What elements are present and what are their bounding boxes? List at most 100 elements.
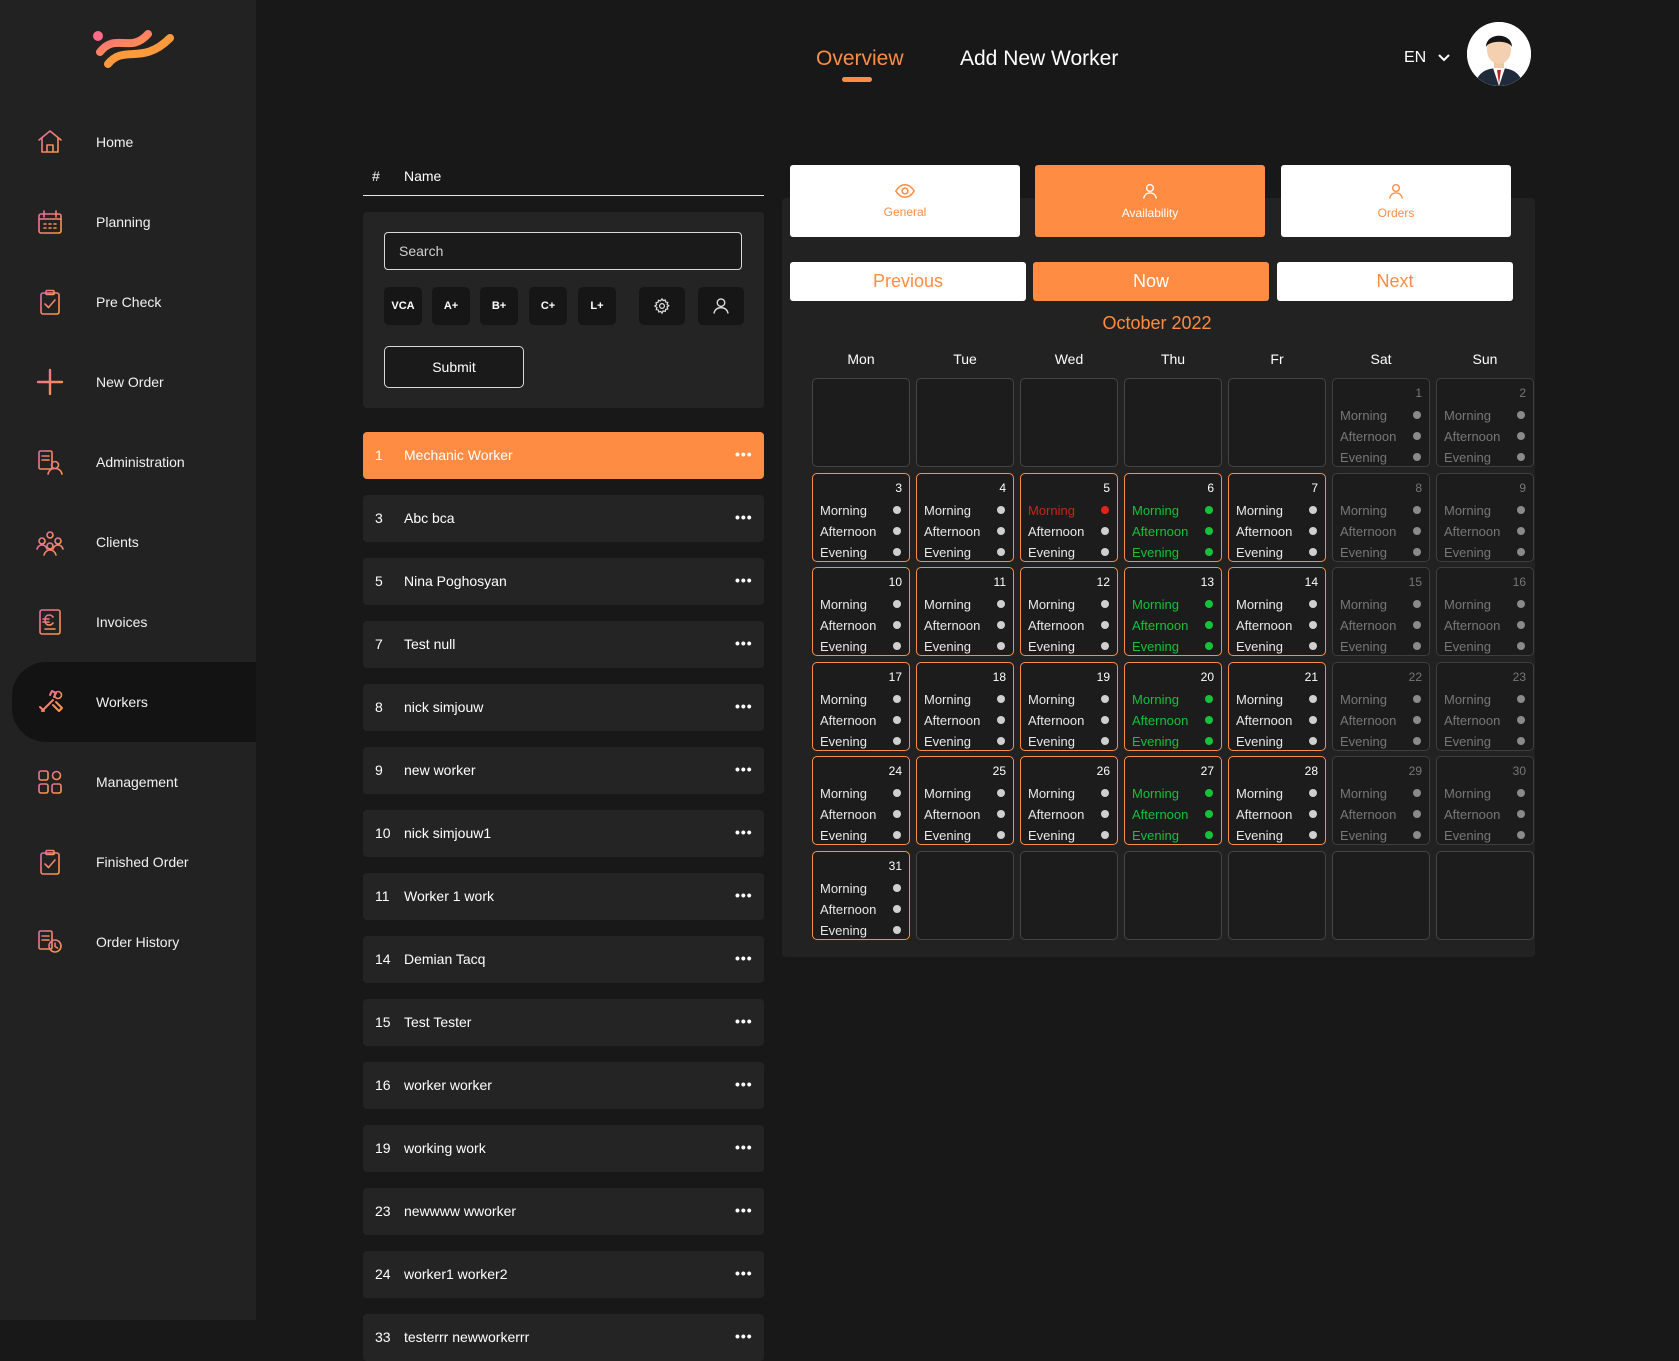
sidebar-item-clients[interactable]: Clients — [0, 502, 256, 582]
availability-slot-evening[interactable]: Evening — [1444, 447, 1526, 467]
availability-slot-afternoon[interactable]: Afternoon — [820, 615, 902, 635]
calendar-day[interactable]: 4 Morning Afternoon Evening — [916, 473, 1014, 562]
availability-slot-morning[interactable]: Morning — [1340, 500, 1422, 520]
availability-slot-morning[interactable]: Morning — [820, 783, 902, 803]
availability-slot-morning[interactable]: Morning — [820, 594, 902, 614]
availability-slot-morning[interactable]: Morning — [1340, 783, 1422, 803]
previous-month-button[interactable]: Previous — [790, 262, 1026, 301]
availability-slot-evening[interactable]: Evening — [1340, 825, 1422, 845]
more-options-icon[interactable]: ••• — [735, 1203, 753, 1217]
language-selector[interactable]: EN — [1404, 49, 1450, 67]
more-options-icon[interactable]: ••• — [735, 1014, 753, 1028]
availability-slot-evening[interactable]: Evening — [1444, 731, 1526, 751]
calendar-day[interactable]: 24 Morning Afternoon Evening — [812, 756, 910, 845]
worker-row[interactable]: 14 Demian Tacq ••• — [363, 936, 764, 983]
availability-slot-afternoon[interactable]: Afternoon — [924, 615, 1006, 635]
availability-slot-afternoon[interactable]: Afternoon — [1340, 804, 1422, 824]
availability-slot-afternoon[interactable]: Afternoon — [1132, 615, 1214, 635]
worker-row[interactable]: 3 Abc bca ••• — [363, 495, 764, 542]
worker-row[interactable]: 15 Test Tester ••• — [363, 999, 764, 1046]
sidebar-item-management[interactable]: Management — [0, 742, 256, 822]
availability-slot-evening[interactable]: Evening — [1340, 542, 1422, 562]
availability-slot-afternoon[interactable]: Afternoon — [1236, 521, 1318, 541]
availability-slot-evening[interactable]: Evening — [1028, 731, 1110, 751]
filter-chip-a-plus[interactable]: A+ — [432, 287, 470, 325]
more-options-icon[interactable]: ••• — [735, 825, 753, 839]
sidebar-item-new-order[interactable]: New Order — [0, 342, 256, 422]
more-options-icon[interactable]: ••• — [735, 762, 753, 776]
availability-slot-morning[interactable]: Morning — [820, 500, 902, 520]
availability-slot-morning[interactable]: Morning — [1340, 405, 1422, 425]
availability-slot-afternoon[interactable]: Afternoon — [820, 710, 902, 730]
availability-slot-evening[interactable]: Evening — [1444, 542, 1526, 562]
availability-slot-morning[interactable]: Morning — [1132, 689, 1214, 709]
availability-slot-morning[interactable]: Morning — [924, 500, 1006, 520]
availability-slot-evening[interactable]: Evening — [1340, 447, 1422, 467]
calendar-day[interactable]: 30 Morning Afternoon Evening — [1436, 756, 1534, 845]
sidebar-item-workers[interactable]: Workers — [12, 662, 256, 742]
calendar-day[interactable]: 20 Morning Afternoon Evening — [1124, 662, 1222, 751]
availability-slot-afternoon[interactable]: Afternoon — [1340, 521, 1422, 541]
user-avatar[interactable] — [1467, 22, 1531, 86]
calendar-day[interactable]: 29 Morning Afternoon Evening — [1332, 756, 1430, 845]
calendar-day[interactable]: 21 Morning Afternoon Evening — [1228, 662, 1326, 751]
availability-slot-afternoon[interactable]: Afternoon — [820, 899, 902, 919]
worker-row[interactable]: 24 worker1 worker2 ••• — [363, 1251, 764, 1298]
calendar-day[interactable]: 9 Morning Afternoon Evening — [1436, 473, 1534, 562]
more-options-icon[interactable]: ••• — [735, 573, 753, 587]
availability-slot-morning[interactable]: Morning — [924, 689, 1006, 709]
availability-slot-morning[interactable]: Morning — [1236, 689, 1318, 709]
calendar-day[interactable]: 27 Morning Afternoon Evening — [1124, 756, 1222, 845]
availability-slot-afternoon[interactable]: Afternoon — [820, 521, 902, 541]
settings-filter-button[interactable] — [639, 287, 685, 325]
availability-slot-afternoon[interactable]: Afternoon — [1236, 615, 1318, 635]
availability-slot-afternoon[interactable]: Afternoon — [1444, 426, 1526, 446]
calendar-day[interactable]: 19 Morning Afternoon Evening — [1020, 662, 1118, 751]
availability-slot-evening[interactable]: Evening — [1132, 825, 1214, 845]
calendar-day[interactable]: 31 Morning Afternoon Evening — [812, 851, 910, 940]
availability-slot-afternoon[interactable]: Afternoon — [1028, 710, 1110, 730]
availability-slot-morning[interactable]: Morning — [820, 689, 902, 709]
availability-slot-afternoon[interactable]: Afternoon — [1132, 521, 1214, 541]
availability-slot-afternoon[interactable]: Afternoon — [1028, 804, 1110, 824]
availability-slot-evening[interactable]: Evening — [1132, 542, 1214, 562]
next-month-button[interactable]: Next — [1277, 262, 1513, 301]
availability-slot-afternoon[interactable]: Afternoon — [1236, 804, 1318, 824]
more-options-icon[interactable]: ••• — [735, 1329, 753, 1343]
availability-slot-afternoon[interactable]: Afternoon — [1340, 426, 1422, 446]
sidebar-item-pre-check[interactable]: Pre Check — [0, 262, 256, 342]
tab-add-new-worker[interactable]: Add New Worker — [960, 47, 1118, 71]
more-options-icon[interactable]: ••• — [735, 510, 753, 524]
calendar-day[interactable]: 12 Morning Afternoon Evening — [1020, 567, 1118, 656]
availability-slot-evening[interactable]: Evening — [924, 825, 1006, 845]
availability-slot-morning[interactable]: Morning — [1340, 594, 1422, 614]
availability-slot-evening[interactable]: Evening — [924, 542, 1006, 562]
more-options-icon[interactable]: ••• — [735, 951, 753, 965]
calendar-day[interactable]: 5 Morning Afternoon Evening — [1020, 473, 1118, 562]
mode-orders-button[interactable]: Orders — [1281, 165, 1511, 237]
worker-row[interactable]: 5 Nina Poghosyan ••• — [363, 558, 764, 605]
more-options-icon[interactable]: ••• — [735, 1266, 753, 1280]
availability-slot-morning[interactable]: Morning — [1132, 594, 1214, 614]
availability-slot-evening[interactable]: Evening — [820, 636, 902, 656]
more-options-icon[interactable]: ••• — [735, 1140, 753, 1154]
calendar-day[interactable]: 8 Morning Afternoon Evening — [1332, 473, 1430, 562]
availability-slot-afternoon[interactable]: Afternoon — [1444, 804, 1526, 824]
availability-slot-morning[interactable]: Morning — [1444, 405, 1526, 425]
more-options-icon[interactable]: ••• — [735, 888, 753, 902]
availability-slot-morning[interactable]: Morning — [1236, 594, 1318, 614]
calendar-day[interactable]: 25 Morning Afternoon Evening — [916, 756, 1014, 845]
availability-slot-evening[interactable]: Evening — [924, 636, 1006, 656]
availability-slot-evening[interactable]: Evening — [1028, 636, 1110, 656]
availability-slot-morning[interactable]: Morning — [1028, 594, 1110, 614]
sidebar-item-administration[interactable]: Administration — [0, 422, 256, 502]
availability-slot-afternoon[interactable]: Afternoon — [1132, 804, 1214, 824]
availability-slot-afternoon[interactable]: Afternoon — [1444, 521, 1526, 541]
sidebar-item-order-history[interactable]: Order History — [0, 902, 256, 982]
availability-slot-evening[interactable]: Evening — [820, 542, 902, 562]
availability-slot-evening[interactable]: Evening — [820, 825, 902, 845]
worker-row[interactable]: 23 newwww wworker ••• — [363, 1188, 764, 1235]
availability-slot-morning[interactable]: Morning — [1236, 783, 1318, 803]
filter-chip-b-plus[interactable]: B+ — [480, 287, 518, 325]
availability-slot-evening[interactable]: Evening — [1132, 636, 1214, 656]
